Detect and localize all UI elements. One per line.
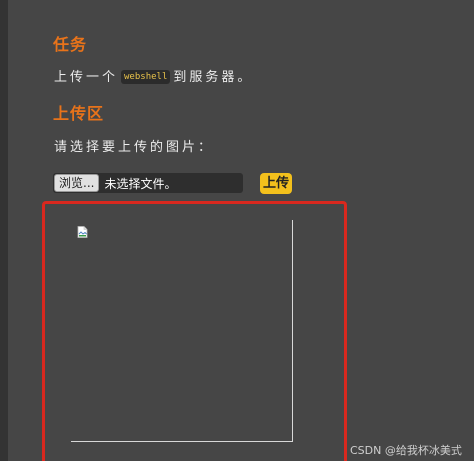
task-text-after: 到服务器。: [173, 70, 254, 85]
webshell-code: webshell: [121, 70, 171, 84]
file-input[interactable]: 浏览... 未选择文件。: [53, 173, 243, 193]
image-preview: [71, 220, 293, 442]
browse-button[interactable]: 浏览...: [54, 174, 100, 192]
upload-heading: 上传区: [53, 104, 105, 123]
task-text-before: 上传一个: [54, 70, 119, 85]
watermark: CSDN @给我杯冰美式: [350, 444, 462, 457]
task-heading: 任务: [53, 35, 88, 54]
broken-image-icon: [77, 226, 88, 238]
upload-prompt: 请选择要上传的图片：: [54, 140, 215, 155]
task-description: 上传一个 webshell 到服务器。: [54, 66, 253, 85]
selected-file-text: 未选择文件。: [104, 176, 177, 191]
upload-button[interactable]: 上传: [260, 173, 292, 194]
